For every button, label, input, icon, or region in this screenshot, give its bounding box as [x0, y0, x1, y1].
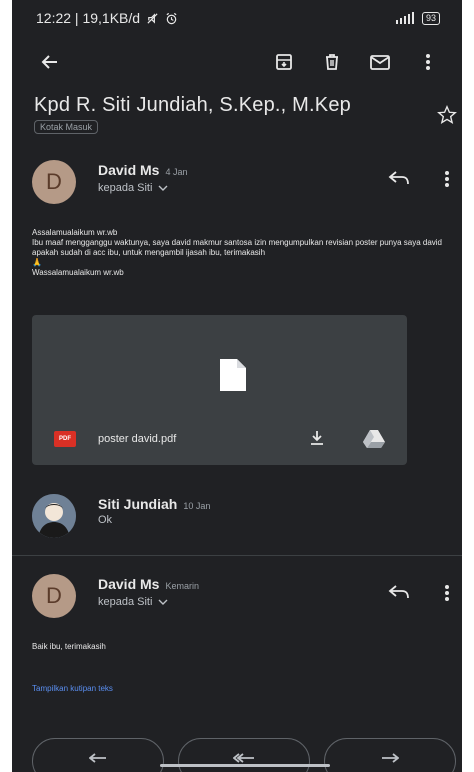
- mail-icon: [370, 55, 390, 70]
- file-preview: [218, 357, 248, 398]
- forward-icon: [382, 753, 399, 763]
- attachment-file-name: poster david.pdf: [98, 433, 177, 445]
- recipient-text: kepada Siti: [98, 596, 153, 608]
- message-header[interactable]: D David Ms 4 Jan kepada Siti: [12, 156, 462, 210]
- sender-line: David Ms 4 Jan: [98, 162, 188, 178]
- archive-icon: [276, 54, 292, 70]
- overflow-menu-button[interactable]: [410, 44, 446, 80]
- message-date: 4 Jan: [165, 167, 188, 177]
- status-bar: 12:22 | 19,1KB/d 93: [12, 0, 462, 36]
- status-right: 93: [394, 11, 440, 25]
- reply-action-button[interactable]: [32, 738, 164, 772]
- archive-button[interactable]: [266, 44, 302, 80]
- more-vert-icon: [445, 585, 449, 601]
- recipient-text: kepada Siti: [98, 182, 153, 194]
- home-indicator[interactable]: [160, 764, 330, 767]
- message-date: 10 Jan: [183, 501, 211, 511]
- show-quoted-text-link[interactable]: Tampilkan kutipan teks: [32, 684, 113, 693]
- body-line: Assalamualaikum wr.wb: [32, 228, 118, 237]
- more-vert-icon: [426, 54, 430, 70]
- body-line: 🙏: [32, 258, 42, 267]
- document-icon: [220, 359, 246, 391]
- sender-line: David Ms Kemarin: [98, 576, 199, 592]
- chevron-down-icon: [158, 185, 168, 191]
- message-more-button[interactable]: [444, 170, 450, 193]
- mark-unread-button[interactable]: [362, 44, 398, 80]
- reply-button[interactable]: [388, 584, 410, 605]
- attachment-card[interactable]: PDF poster david.pdf: [32, 315, 407, 465]
- email-subject: Kpd R. Siti Jundiah, S.Kep., M.Kep: [34, 94, 351, 116]
- chevron-down-icon: [158, 599, 168, 605]
- app-bar: [12, 42, 462, 82]
- collapsed-message[interactable]: Siti Jundiah 10 Jan Ok: [12, 490, 462, 544]
- star-button[interactable]: [436, 104, 458, 131]
- phone-screen: 12:22 | 19,1KB/d 93 Kpd R. Siti Jundiah,…: [12, 0, 462, 772]
- reply-icon: [89, 753, 106, 763]
- pdf-icon: PDF: [54, 431, 76, 447]
- forward-action-button[interactable]: [324, 738, 456, 772]
- download-button[interactable]: [308, 429, 326, 452]
- recipient-details-toggle[interactable]: kepada Siti: [98, 596, 168, 608]
- body-line: Baik ibu, terimakasih: [32, 642, 106, 651]
- section-divider: [12, 555, 462, 556]
- more-vert-icon: [445, 171, 449, 187]
- status-time-speed: 12:22 | 19,1KB/d: [36, 10, 141, 26]
- back-button[interactable]: [32, 44, 68, 80]
- arrow-back-icon: [41, 55, 57, 69]
- drive-icon: [363, 430, 385, 448]
- star-outline-icon: [437, 105, 457, 124]
- message-date: Kemarin: [165, 581, 199, 591]
- status-left: 12:22 | 19,1KB/d: [36, 10, 178, 26]
- message-header[interactable]: D David Ms Kemarin kepada Siti: [12, 570, 462, 624]
- battery-indicator: 93: [421, 11, 440, 25]
- alarm-icon: [166, 12, 177, 24]
- sender-photo-avatar: [32, 494, 76, 538]
- reply-icon: [388, 171, 409, 185]
- inbox-label-chip[interactable]: Kotak Masuk: [34, 120, 99, 134]
- person-photo-icon: [32, 494, 76, 538]
- trash-icon: [326, 54, 338, 70]
- signal-icon: [395, 12, 414, 24]
- body-line: Wassalamualaikum wr.wb: [32, 268, 124, 277]
- message-body: Assalamualaikum wr.wb Ibu maaf menggangg…: [32, 228, 448, 278]
- download-icon: [311, 431, 323, 445]
- sender-line: Siti Jundiah 10 Jan: [98, 496, 210, 512]
- message-body: Baik ibu, terimakasih: [32, 642, 448, 652]
- sender-name: David Ms: [98, 576, 160, 592]
- avatar: D: [32, 574, 76, 618]
- body-line: Ibu maaf mengganggu waktunya, saya david…: [32, 238, 443, 257]
- message-snippet: Ok: [98, 514, 113, 526]
- sender-name: Siti Jundiah: [98, 496, 178, 512]
- sender-name: David Ms: [98, 162, 160, 178]
- avatar: D: [32, 160, 76, 204]
- recipient-details-toggle[interactable]: kepada Siti: [98, 182, 168, 194]
- mute-icon: [147, 12, 158, 24]
- reply-button[interactable]: [388, 170, 410, 191]
- message-more-button[interactable]: [444, 584, 450, 607]
- reply-icon: [388, 585, 409, 599]
- delete-button[interactable]: [314, 44, 350, 80]
- save-to-drive-button[interactable]: [362, 429, 386, 454]
